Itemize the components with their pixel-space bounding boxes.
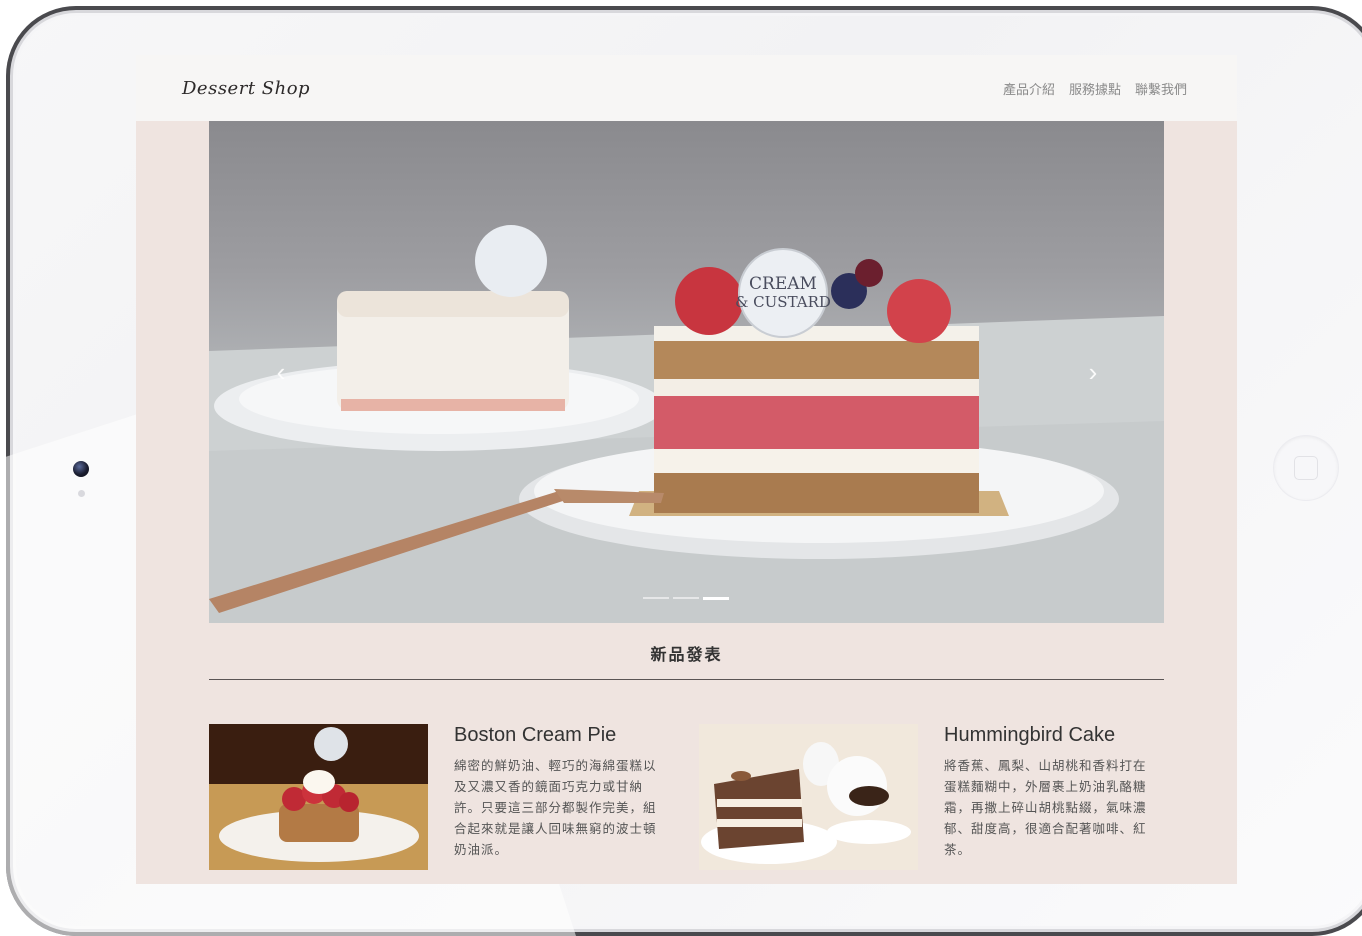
camera-icon (73, 461, 89, 477)
product-name[interactable]: Hummingbird Cake (944, 724, 1115, 747)
navbar: Dessert Shop 產品介紹 服務據點 聯繫我們 (136, 55, 1237, 121)
product-image-boston-cream-pie[interactable] (209, 724, 428, 870)
badge-line-2: & CUSTARD (735, 293, 831, 311)
chevron-left-icon: ‹ (276, 357, 286, 387)
sensor-dot (78, 490, 85, 497)
carousel-next-button[interactable]: › (1083, 357, 1103, 387)
product-image-hummingbird-cake[interactable] (699, 724, 918, 870)
product-name[interactable]: Boston Cream Pie (454, 724, 616, 747)
carousel-indicator-1[interactable] (643, 597, 669, 599)
section-title: 新品發表 (650, 647, 723, 664)
brand-logo[interactable]: Dessert Shop (182, 78, 310, 99)
product-description: 將香蕉、鳳梨、山胡桃和香料打在蛋糕麵糊中，外層裹上奶油乳酪糖霜，再撒上碎山胡桃點… (944, 759, 1147, 857)
badge-line-1: CREAM (749, 274, 817, 294)
nav-links: 產品介紹 服務據點 聯繫我們 (1003, 79, 1187, 98)
section-divider (209, 679, 1164, 680)
product-card-hummingbird-cake: Hummingbird Cake 將香蕉、鳳梨、山胡桃和香料打在蛋糕麵糊中，外層… (699, 724, 1159, 870)
chevron-right-icon: › (1088, 357, 1098, 387)
hero-carousel: CREAM & CUSTARD ‹ › (209, 121, 1164, 623)
carousel-prev-button[interactable]: ‹ (271, 357, 291, 387)
website-screen: Dessert Shop 產品介紹 服務據點 聯繫我們 CREAM & CUST… (136, 55, 1237, 884)
product-card-boston-cream-pie: Boston Cream Pie 綿密的鮮奶油、輕巧的海綿蛋糕以及又濃又香的鏡面… (209, 724, 669, 870)
hero-cake-image: CREAM & CUSTARD (209, 225, 1164, 623)
home-button[interactable] (1274, 436, 1338, 500)
carousel-indicator-2[interactable] (673, 597, 699, 599)
nav-item-contact[interactable]: 聯繫我們 (1135, 79, 1187, 98)
carousel-indicators (643, 597, 729, 600)
carousel-indicator-3[interactable] (703, 597, 729, 600)
home-square-icon (1294, 456, 1318, 480)
nav-item-locations[interactable]: 服務據點 (1069, 79, 1121, 98)
nav-item-products[interactable]: 產品介紹 (1003, 79, 1055, 98)
product-description: 綿密的鮮奶油、輕巧的海綿蛋糕以及又濃又香的鏡面巧克力或甘納許。只要這三部分都製作… (454, 759, 657, 857)
